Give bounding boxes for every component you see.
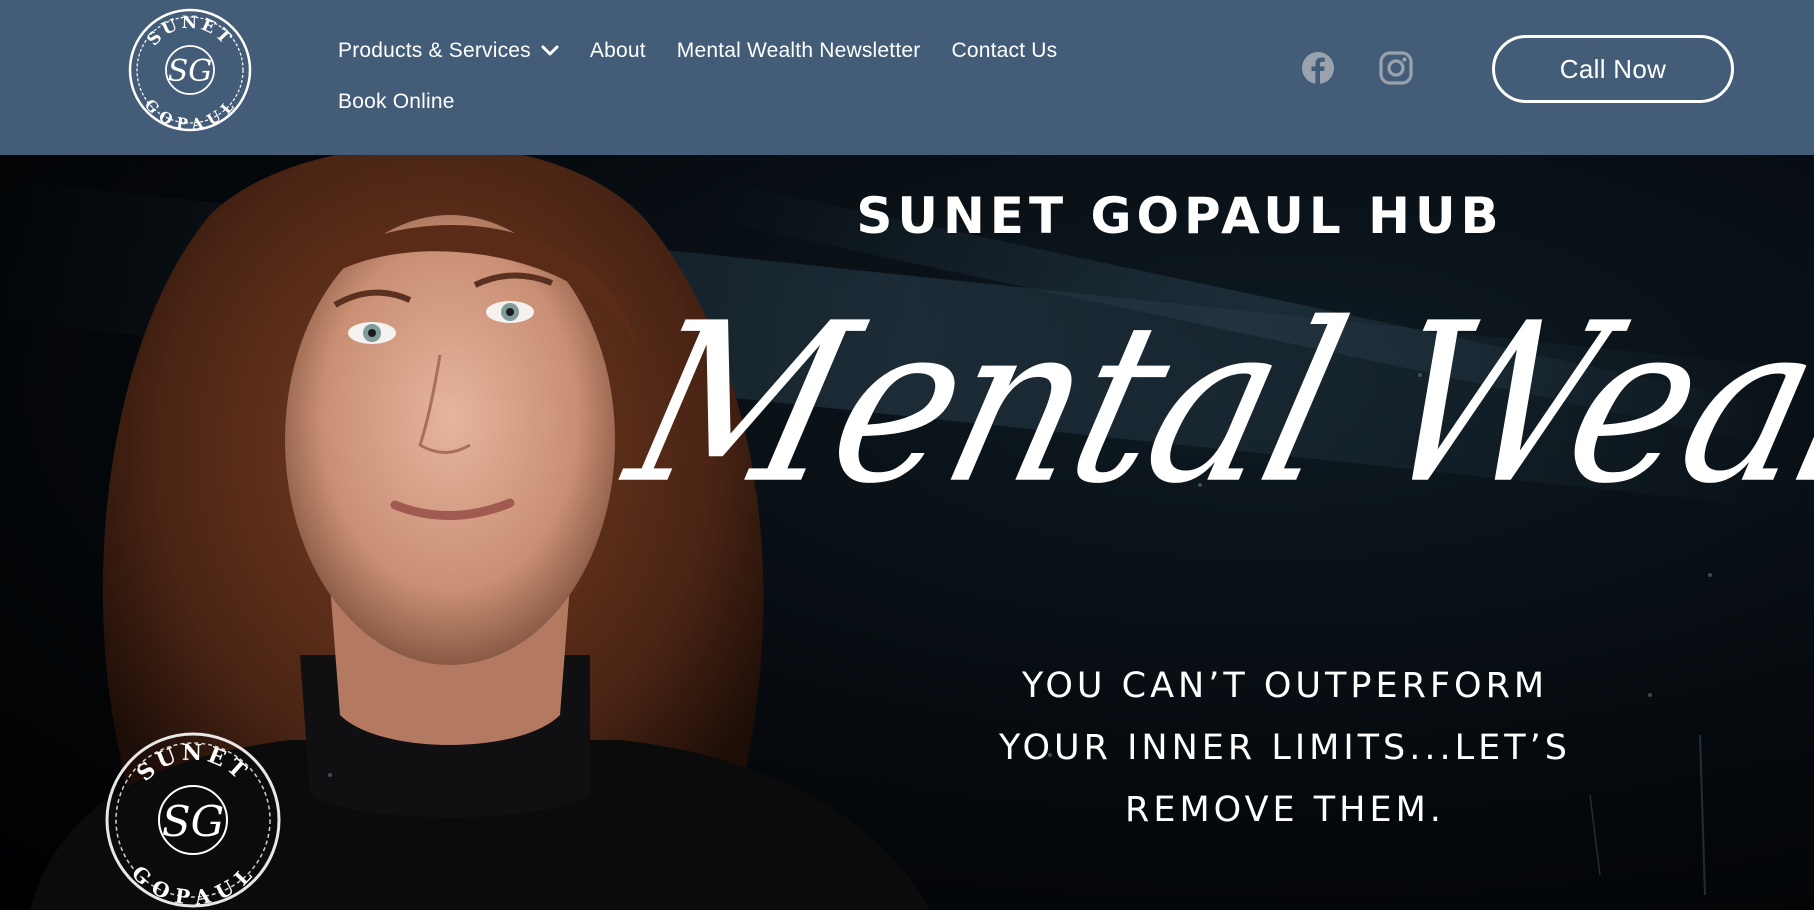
hero-logo-bottom-text: GOPAUL: [127, 861, 255, 910]
hero-banner: SUNET GOPAUL HUB Mental Wealth YOU CAN’T…: [0, 155, 1814, 910]
hero-logo-monogram: SG: [162, 797, 224, 846]
nav-contact-us[interactable]: Contact Us: [951, 39, 1057, 63]
hero-script-title: Mental Wealth: [608, 276, 1814, 533]
site-header: SUNET GOPAUL SG Products & Services Abou…: [0, 0, 1814, 155]
hero-tagline: YOU CAN’T OUTPERFORM YOUR INNER LIMITS..…: [930, 655, 1640, 841]
call-now-button[interactable]: Call Now: [1492, 35, 1734, 103]
nav-mental-wealth-newsletter[interactable]: Mental Wealth Newsletter: [677, 39, 921, 63]
hero-title: SUNET GOPAUL HUB: [856, 187, 1504, 245]
svg-text:GOPAUL: GOPAUL: [127, 861, 259, 910]
chevron-down-icon[interactable]: [541, 45, 559, 57]
facebook-icon[interactable]: [1300, 50, 1336, 86]
svg-text:GOPAUL: GOPAUL: [141, 96, 240, 132]
logo-bottom-text: GOPAUL: [141, 96, 237, 132]
main-nav: Products & Services About Mental Wealth …: [338, 30, 1168, 132]
nav-book-online[interactable]: Book Online: [338, 90, 455, 114]
nav-about[interactable]: About: [590, 39, 646, 63]
tagline-line: REMOVE THEM.: [1125, 790, 1445, 830]
nav-products-services-label: Products & Services: [338, 39, 531, 62]
instagram-icon[interactable]: [1378, 50, 1414, 86]
logo-monogram: SG: [168, 54, 213, 89]
site-logo[interactable]: SUNET GOPAUL SG: [126, 8, 254, 132]
tagline-line: YOUR INNER LIMITS...LET’S: [999, 728, 1571, 768]
tagline-line: YOU CAN’T OUTPERFORM: [1021, 666, 1549, 706]
nav-products-services[interactable]: Products & Services: [338, 39, 559, 63]
hero-watermark-logo: SUNET GOPAUL SG: [105, 732, 281, 910]
